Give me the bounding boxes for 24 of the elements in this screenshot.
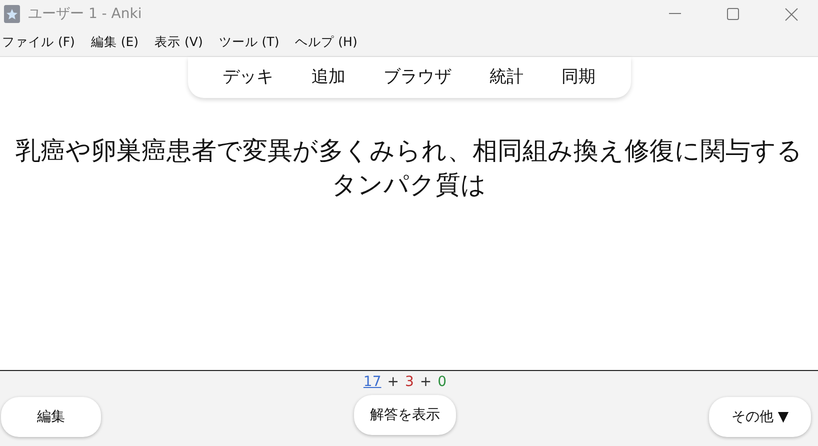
menu-item[interactable]: ツール (T) (216, 34, 280, 50)
window-title: ユーザー 1 - Anki (28, 5, 142, 23)
toolbar-link[interactable]: デッキ (204, 61, 292, 92)
toolbar-link[interactable]: 統計 (470, 61, 542, 92)
more-button[interactable]: その他 ▼ (709, 397, 811, 437)
menu-item[interactable]: ヘルプ (H) (293, 34, 358, 50)
toolbar-link[interactable]: ブラウザ (364, 61, 470, 92)
menu-item[interactable]: 編集 (E) (88, 34, 139, 50)
edit-button[interactable]: 編集 (1, 397, 101, 437)
card-count: 3 (404, 374, 414, 390)
question-text: 乳癌や卵巣癌患者で変異が多くみられ、相同組み換え修復に関与するタンパク質は (14, 135, 804, 201)
plus-sign: + (387, 374, 399, 390)
menu-item[interactable]: ファイル (F) (0, 34, 75, 50)
show-answer-button[interactable]: 解答を表示 (354, 395, 456, 435)
maximize-icon[interactable] (727, 8, 739, 20)
menu-item[interactable]: 表示 (V) (152, 34, 203, 50)
card-count: 0 (438, 374, 447, 390)
toolbar-link[interactable]: 追加 (292, 61, 364, 92)
card-count: 17 (363, 374, 382, 390)
toolbar-link[interactable]: 同期 (542, 61, 614, 92)
app-icon (4, 5, 20, 23)
minimize-icon[interactable] (669, 13, 681, 15)
plus-sign: + (420, 374, 432, 390)
close-icon[interactable] (785, 8, 798, 20)
